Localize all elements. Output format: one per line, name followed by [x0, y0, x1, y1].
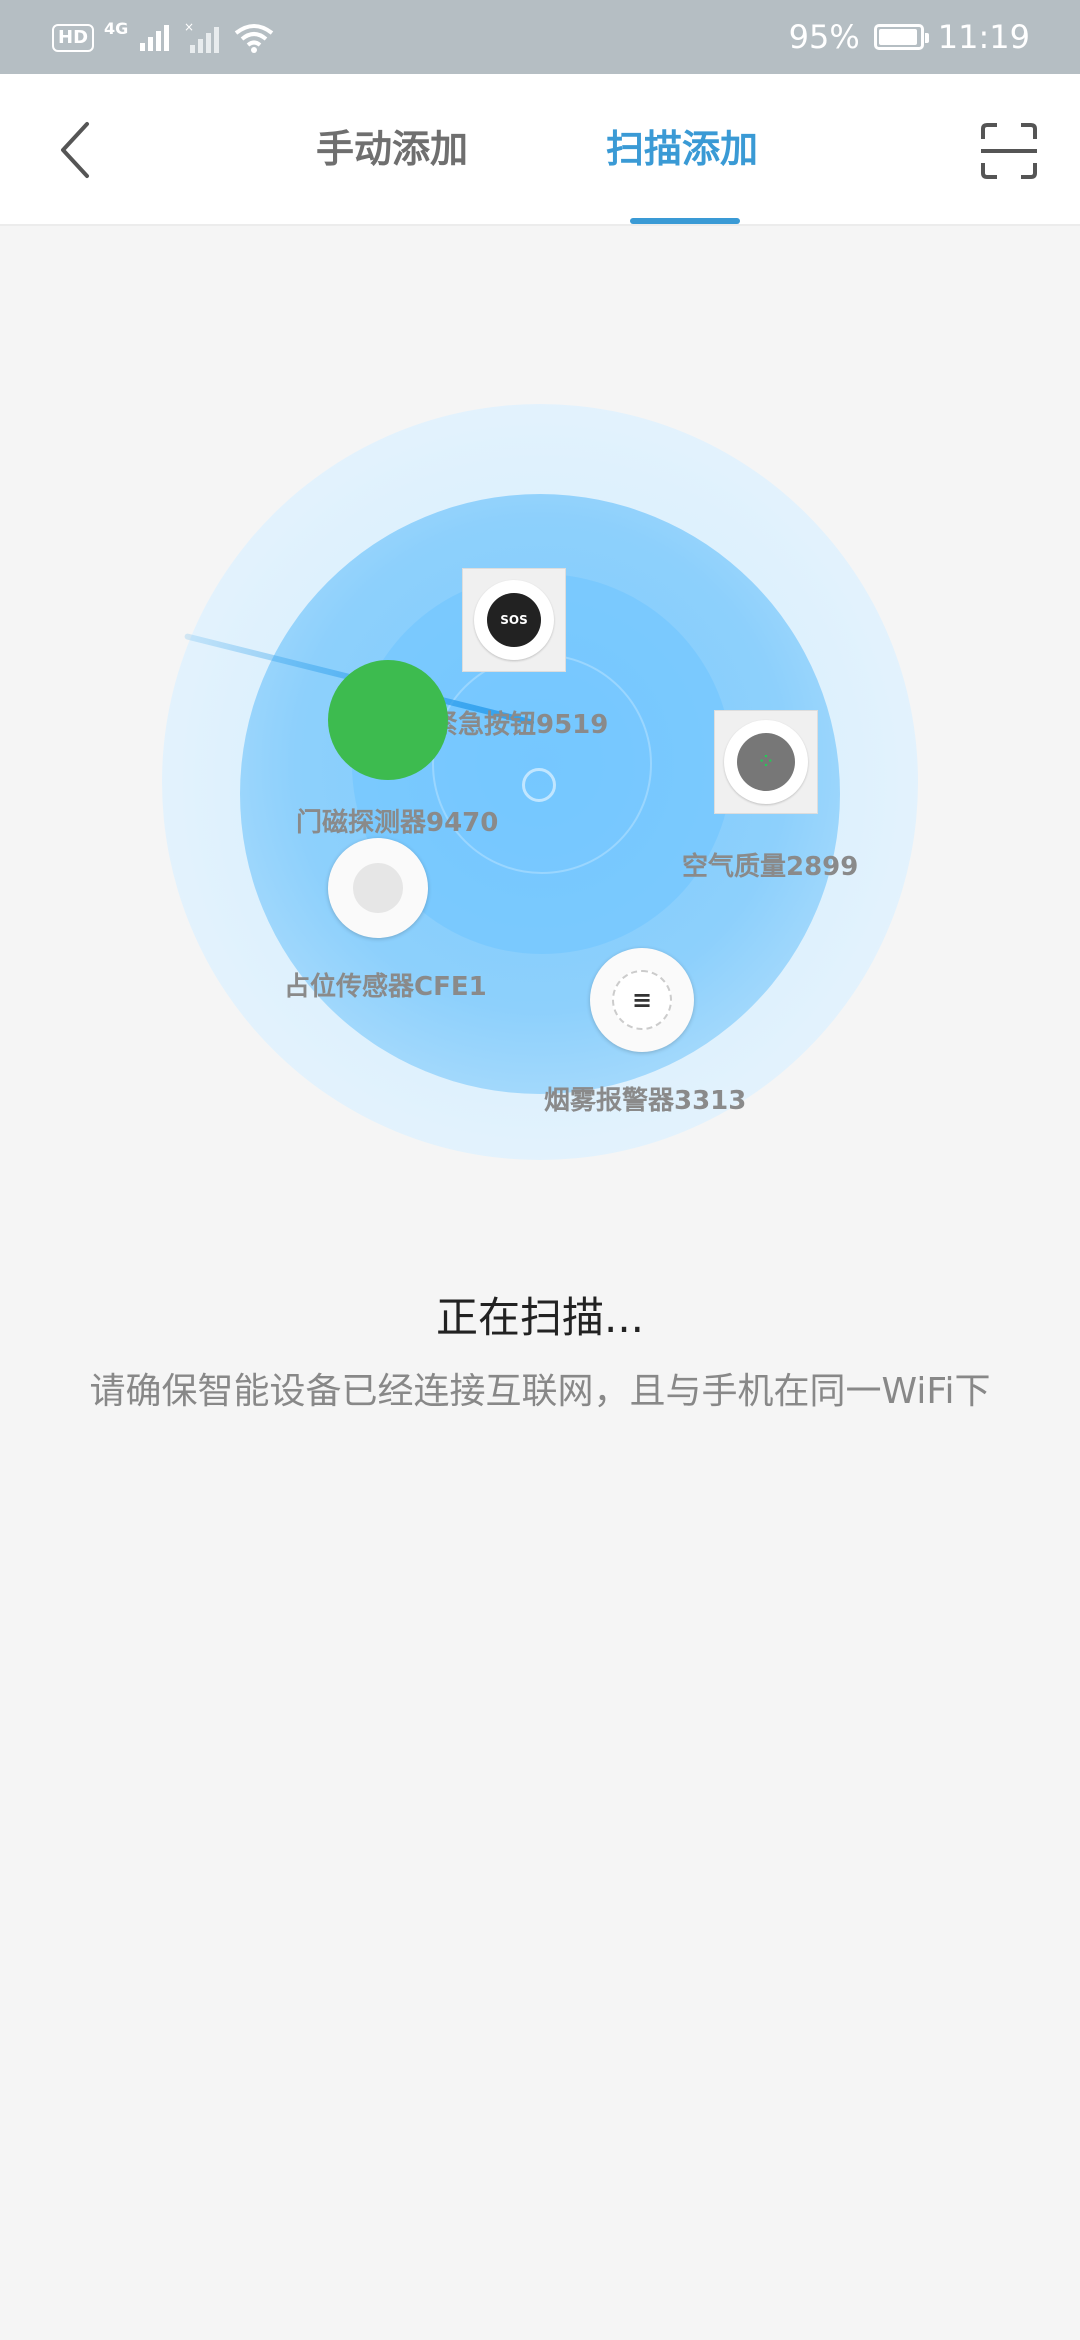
- device-label-air-quality: 空气质量2899: [682, 852, 859, 882]
- hd-indicator: HD: [52, 24, 95, 52]
- network-type: 4G: [104, 18, 129, 38]
- air-quality-icon: ⁘: [714, 710, 818, 814]
- air-quality-body: ⁘: [724, 720, 808, 804]
- battery-percent: 95%: [788, 18, 860, 56]
- device-sos-button[interactable]: SOS: [462, 568, 566, 672]
- status-right: 95% 11:19: [789, 14, 1030, 60]
- status-bar: HD 4G × 95% 11:19: [0, 0, 1080, 74]
- svg-text:×: ×: [184, 21, 194, 34]
- air-quality-face: ⁘: [737, 733, 795, 791]
- device-label-occupancy: 占位传感器CFE1: [284, 972, 487, 1002]
- smoke-alarm-button: ≡: [612, 970, 672, 1030]
- back-button[interactable]: [40, 112, 110, 188]
- radar-core-ring: [432, 654, 652, 874]
- signal-icon-no-sim: ×: [184, 21, 220, 53]
- battery-level: [878, 29, 917, 45]
- tab-manual-add[interactable]: 手动添加: [316, 124, 468, 174]
- signal-icon: [140, 25, 170, 51]
- door-sensor-icon[interactable]: [328, 660, 448, 780]
- device-label-sos: 紧急按钮9519: [432, 710, 609, 740]
- sos-button-icon: SOS: [462, 568, 566, 672]
- device-smoke-alarm[interactable]: ≡: [590, 948, 694, 1052]
- device-label-smoke-alarm: 烟雾报警器3313: [544, 1086, 747, 1116]
- sos-button-face: SOS: [487, 593, 541, 647]
- scan-radar: SOS 紧急按钮9519 门磁探测器9470 ⁘ 空气质量2899 占位传感器C…: [162, 404, 918, 1160]
- radar-center: [522, 768, 556, 802]
- occupancy-sensor-lens: [353, 863, 403, 913]
- device-occupancy-sensor[interactable]: [328, 838, 428, 938]
- battery-icon: [873, 24, 929, 50]
- scan-hint-text: 请确保智能设备已经连接互联网，且与手机在同一WiFi下: [89, 1371, 991, 1412]
- wifi-icon: [235, 24, 274, 53]
- device-air-quality[interactable]: ⁘: [714, 710, 818, 814]
- tab-scan-add[interactable]: 扫描添加: [606, 124, 758, 174]
- sos-button-body: SOS: [474, 580, 554, 660]
- status-left: HD 4G ×: [52, 18, 274, 58]
- scan-status-title: 正在扫描...: [435, 1293, 645, 1342]
- clock: 11:19: [937, 18, 1030, 56]
- scan-code-button[interactable]: [974, 116, 1044, 186]
- active-tab-indicator: [630, 218, 740, 224]
- scan-frame-icon: [981, 123, 1037, 179]
- chevron-left-icon: [61, 122, 89, 178]
- occupancy-sensor-icon: [328, 838, 428, 938]
- device-label-door-sensor: 门磁探测器9470: [296, 808, 499, 838]
- header: 手动添加 扫描添加: [0, 74, 1080, 226]
- smoke-alarm-icon: ≡: [590, 948, 694, 1052]
